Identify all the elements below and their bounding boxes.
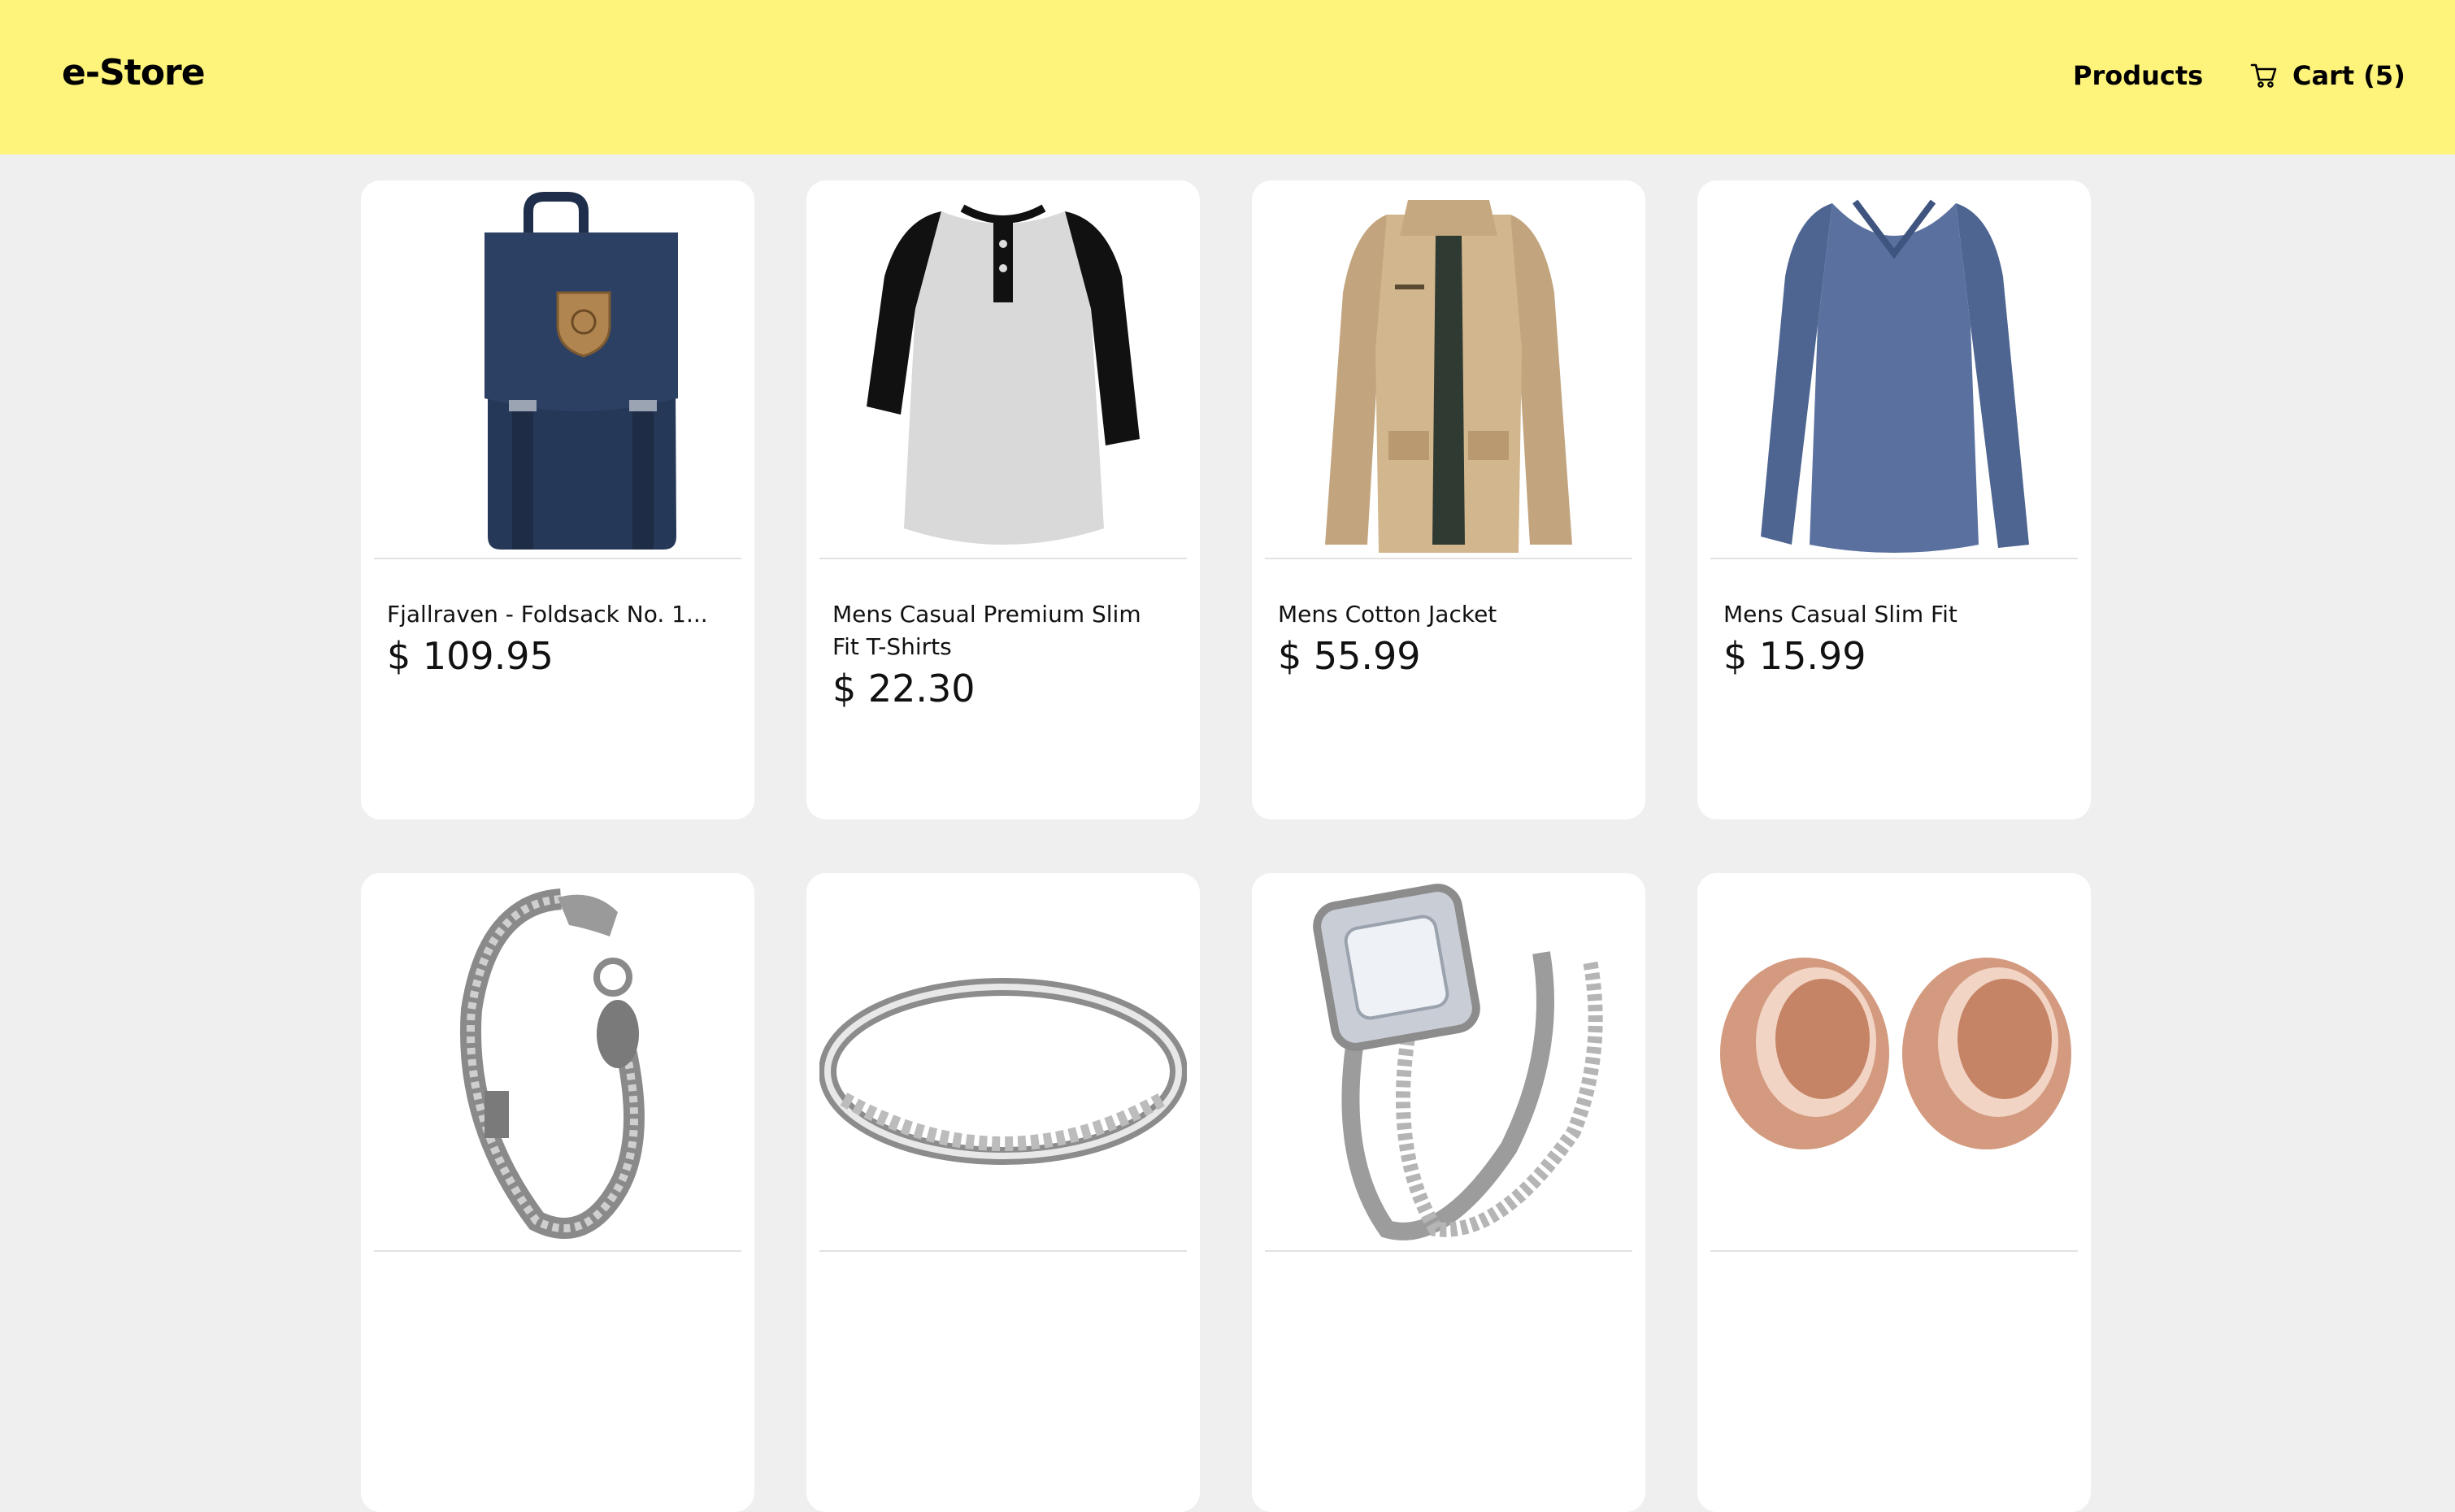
product-card[interactable] xyxy=(806,873,1200,1512)
product-title: Mens Casual Slim Fit xyxy=(1723,601,1957,628)
product-price: $ 109.95 xyxy=(387,634,554,678)
product-title: Mens Casual Premium Slim Fit T-Shirts xyxy=(832,601,1141,660)
product-price: $ 22.30 xyxy=(832,667,975,710)
product-image xyxy=(819,187,1187,559)
longsleeve-shirt-icon xyxy=(1761,199,2029,553)
product-grid: Fjallraven - Foldsack No. 1... $ 109.95 … xyxy=(361,180,2092,1512)
jacket-icon xyxy=(1325,200,1572,553)
product-title: Mens Cotton Jacket xyxy=(1278,601,1497,628)
product-image xyxy=(1710,880,2078,1252)
product-price: $ 55.99 xyxy=(1278,634,1421,678)
product-image xyxy=(819,880,1187,1252)
bracelet-icon xyxy=(460,889,645,1239)
product-card[interactable] xyxy=(361,873,754,1512)
product-card[interactable]: Mens Casual Slim Fit $ 15.99 xyxy=(1697,180,2091,819)
cart-icon xyxy=(2250,63,2277,88)
diamond-ring-icon xyxy=(1313,884,1603,1240)
backpack-icon xyxy=(484,192,678,550)
product-image xyxy=(374,880,741,1252)
nav-products-link[interactable]: Products xyxy=(2073,60,2203,91)
site-header: e-Store Products Cart (5) xyxy=(0,0,2455,154)
product-image xyxy=(374,187,741,559)
ring-icon xyxy=(819,978,1187,1165)
product-image xyxy=(1265,880,1632,1252)
cart-label: Cart (5) xyxy=(2292,60,2405,91)
product-price: $ 15.99 xyxy=(1723,634,1866,678)
product-card[interactable]: Mens Casual Premium Slim Fit T-Shirts $ … xyxy=(806,180,1200,819)
product-card[interactable] xyxy=(1697,873,2091,1512)
product-card[interactable]: Fjallraven - Foldsack No. 1... $ 109.95 xyxy=(361,180,754,819)
nav-cart-link[interactable]: Cart (5) xyxy=(2250,60,2405,91)
product-image xyxy=(1265,187,1632,559)
product-image xyxy=(1710,187,2078,559)
product-card[interactable]: Mens Cotton Jacket $ 55.99 xyxy=(1252,180,1645,819)
tshirt-icon xyxy=(867,204,1140,545)
brand-logo[interactable]: e-Store xyxy=(62,52,206,93)
product-card[interactable] xyxy=(1252,873,1645,1512)
plugs-icon xyxy=(1720,958,2071,1149)
product-title: Fjallraven - Foldsack No. 1... xyxy=(387,601,708,628)
